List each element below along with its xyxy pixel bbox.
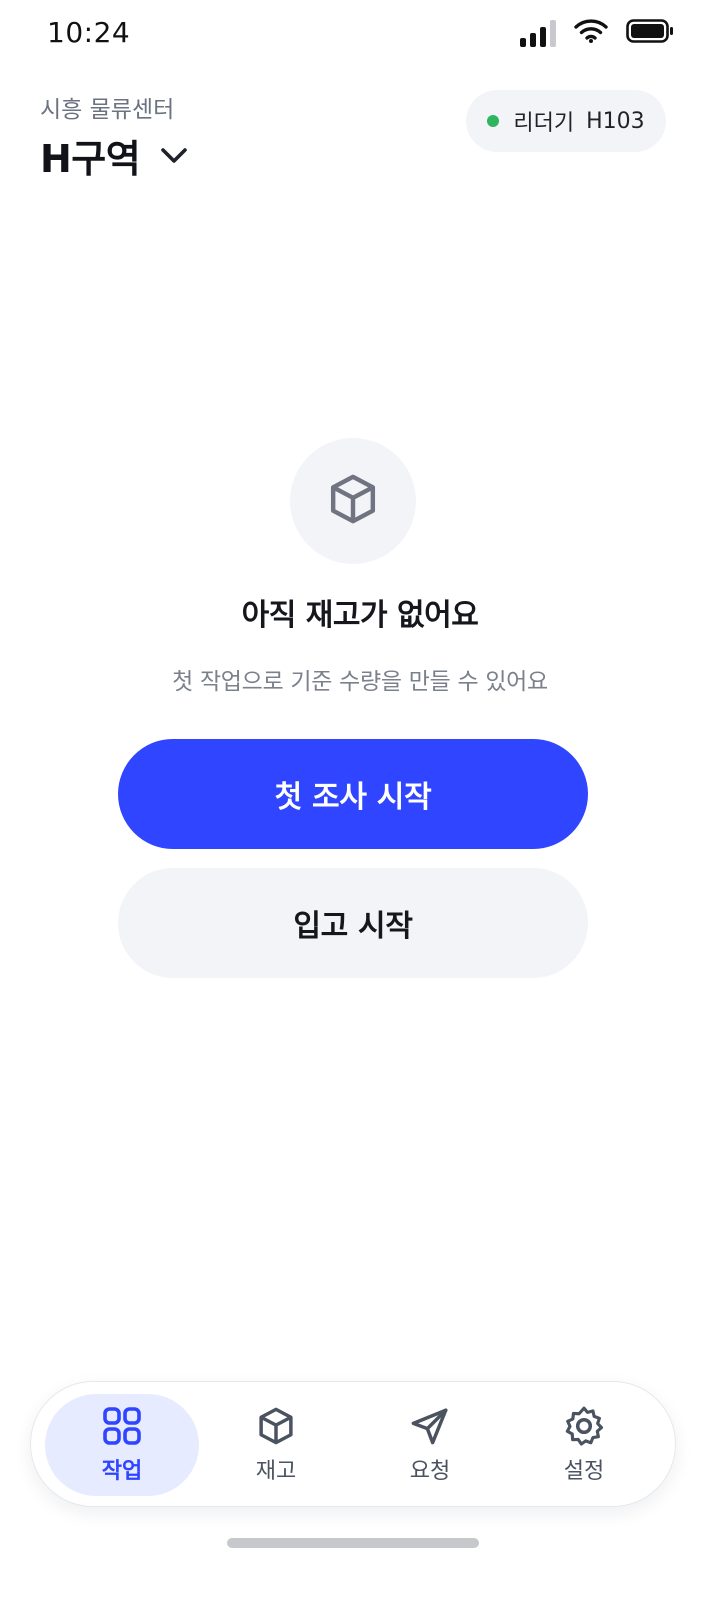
- grid-icon: [101, 1405, 143, 1447]
- zone-title: H구역: [40, 137, 141, 181]
- reader-status-pill[interactable]: 리더기 H103: [466, 90, 666, 152]
- box-icon: [255, 1405, 297, 1447]
- connection-status-dot: [487, 115, 500, 127]
- home-indicator[interactable]: [227, 1538, 479, 1548]
- reader-id: H103: [586, 108, 645, 134]
- empty-state-description: 첫 작업으로 기준 수량을 만들 수 있어요: [172, 669, 548, 695]
- start-first-survey-button[interactable]: 첫 조사 시작: [118, 739, 588, 849]
- tab-inventory[interactable]: 재고: [199, 1394, 353, 1496]
- signal-icon: [520, 19, 556, 47]
- tab-label: 작업: [101, 1459, 143, 1484]
- reader-label: 리더기: [513, 111, 575, 136]
- start-receiving-button[interactable]: 입고 시작: [118, 868, 588, 978]
- tab-label: 요청: [409, 1459, 451, 1484]
- status-time: 10:24: [47, 16, 131, 49]
- tab-requests[interactable]: 요청: [353, 1394, 507, 1496]
- zone-selector[interactable]: H구역: [40, 128, 194, 183]
- send-icon: [409, 1405, 451, 1447]
- status-bar: 10:24: [0, 0, 720, 70]
- tab-label: 재고: [255, 1459, 297, 1484]
- location-label: 시흥 물류센터: [40, 97, 175, 123]
- wifi-icon: [574, 18, 608, 48]
- tab-settings[interactable]: 설정: [507, 1394, 661, 1496]
- battery-icon: [626, 18, 674, 48]
- status-icons: [520, 18, 674, 48]
- gear-icon: [563, 1405, 605, 1447]
- empty-state-illustration: [290, 438, 416, 564]
- tab-work[interactable]: 작업: [45, 1394, 199, 1496]
- box-icon: [325, 471, 381, 531]
- tab-label: 설정: [563, 1459, 605, 1484]
- bottom-tab-bar: 작업 재고 요청 설정: [30, 1381, 676, 1507]
- chevron-down-icon[interactable]: [154, 136, 194, 176]
- empty-state-title: 아직 재고가 없어요: [241, 598, 479, 633]
